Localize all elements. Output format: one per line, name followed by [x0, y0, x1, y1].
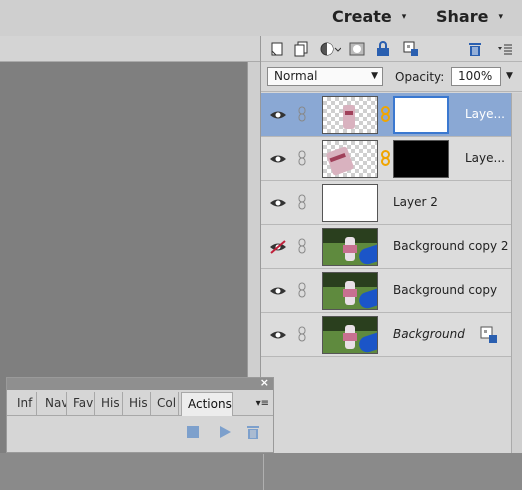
tab-info[interactable]: Inf	[13, 392, 37, 416]
layer-thumbnail	[322, 140, 378, 178]
create-button[interactable]: Create ▾	[332, 7, 406, 26]
actions-toolbar	[7, 416, 273, 490]
layer-name: Background	[393, 327, 465, 341]
layer-name: Laye...	[465, 107, 505, 121]
eye-hidden-icon[interactable]	[269, 240, 287, 254]
share-button[interactable]: Share ▾	[436, 7, 503, 26]
layer-row[interactable]: Background	[261, 313, 511, 357]
blend-mode-value: Normal	[274, 69, 318, 83]
blend-mode-select[interactable]: Normal ▼	[267, 67, 383, 86]
layer-row[interactable]: Laye...	[261, 137, 511, 181]
chain-icon[interactable]	[298, 106, 306, 122]
eye-icon[interactable]	[269, 196, 287, 210]
eye-icon[interactable]	[269, 328, 287, 342]
chain-icon[interactable]	[298, 238, 306, 254]
share-label: Share	[436, 7, 489, 26]
layer-thumbnail	[322, 272, 378, 310]
subject-shape	[343, 105, 355, 129]
layer-name: Layer 2	[393, 195, 438, 209]
duplicate-layer-icon[interactable]	[293, 41, 309, 57]
document-tab-strip	[0, 36, 260, 62]
stop-icon[interactable]	[185, 424, 201, 440]
play-icon[interactable]	[217, 424, 233, 440]
blend-mode-dropdown-icon: ▼	[371, 71, 378, 81]
floating-panel-scrollbar[interactable]	[263, 454, 274, 490]
new-layer-icon[interactable]	[269, 41, 285, 57]
layer-mask-thumbnail[interactable]	[393, 96, 449, 134]
floating-panel-titlebar[interactable]: ×	[7, 376, 273, 390]
blend-opacity-row: Normal ▼ Opacity: 100% ▼	[261, 62, 522, 92]
tab-actions[interactable]: Actions	[181, 392, 233, 416]
lock-all-icon[interactable]	[403, 41, 419, 57]
eye-icon[interactable]	[269, 284, 287, 298]
share-caret-icon: ▾	[498, 11, 503, 22]
layer-mask-thumbnail[interactable]	[393, 140, 449, 178]
tab-histogram[interactable]: His	[97, 392, 123, 416]
panel-menu-icon[interactable]: ▾≡	[256, 398, 269, 409]
close-icon[interactable]: ×	[260, 376, 269, 389]
mask-link-icon[interactable]	[381, 150, 390, 166]
lock-icon	[480, 326, 497, 343]
layer-thumbnail	[322, 96, 378, 134]
eye-icon[interactable]	[269, 108, 287, 122]
layer-row[interactable]: Laye...	[261, 93, 511, 137]
layer-name: Background copy 2	[393, 239, 509, 253]
opacity-dropdown-icon[interactable]: ▼	[506, 71, 513, 81]
create-caret-icon: ▾	[401, 11, 407, 22]
layer-thumbnail	[322, 228, 378, 266]
tab-favorites[interactable]: Fav	[69, 392, 95, 416]
chain-icon[interactable]	[298, 194, 306, 210]
layer-name: Background copy	[393, 283, 498, 297]
trash-icon[interactable]	[245, 424, 261, 440]
adjustment-layer-icon[interactable]	[319, 41, 341, 57]
lock-transparent-icon[interactable]	[375, 41, 391, 57]
chain-icon[interactable]	[298, 282, 306, 298]
layer-thumbnail	[322, 316, 378, 354]
layer-name: Laye...	[465, 151, 505, 165]
eye-icon[interactable]	[269, 152, 287, 166]
tab-color-swatches[interactable]: Col	[153, 392, 179, 416]
layer-mask-icon[interactable]	[349, 41, 365, 57]
floating-panel-group: × Inf Nav Fav His His Col Actions ▾≡	[6, 376, 274, 490]
layers-list: Laye... Laye... Layer 2 Background copy …	[261, 93, 511, 357]
chain-icon[interactable]	[298, 150, 306, 166]
opacity-label: Opacity:	[395, 70, 445, 84]
subject-shape	[325, 145, 355, 177]
layer-row[interactable]: Layer 2	[261, 181, 511, 225]
tab-history[interactable]: His	[125, 392, 151, 416]
trash-icon[interactable]	[467, 41, 483, 57]
layer-thumbnail	[322, 184, 378, 222]
tab-navigator[interactable]: Nav	[41, 392, 67, 416]
layer-row[interactable]: Background copy 2	[261, 225, 511, 269]
layer-row[interactable]: Background copy	[261, 269, 511, 313]
layers-panel: Normal ▼ Opacity: 100% ▼ Laye... Laye...…	[260, 36, 522, 453]
opacity-input[interactable]: 100%	[451, 67, 501, 86]
mask-link-icon[interactable]	[381, 106, 390, 122]
layers-vertical-scrollbar[interactable]	[511, 93, 522, 453]
layers-toolbar	[261, 36, 522, 62]
chain-icon[interactable]	[298, 326, 306, 342]
create-label: Create	[332, 7, 392, 26]
panel-tab-strip: Inf Nav Fav His His Col Actions ▾≡	[7, 390, 273, 416]
panel-menu-icon[interactable]	[497, 41, 513, 57]
top-bar: Create ▾ Share ▾	[0, 0, 522, 36]
